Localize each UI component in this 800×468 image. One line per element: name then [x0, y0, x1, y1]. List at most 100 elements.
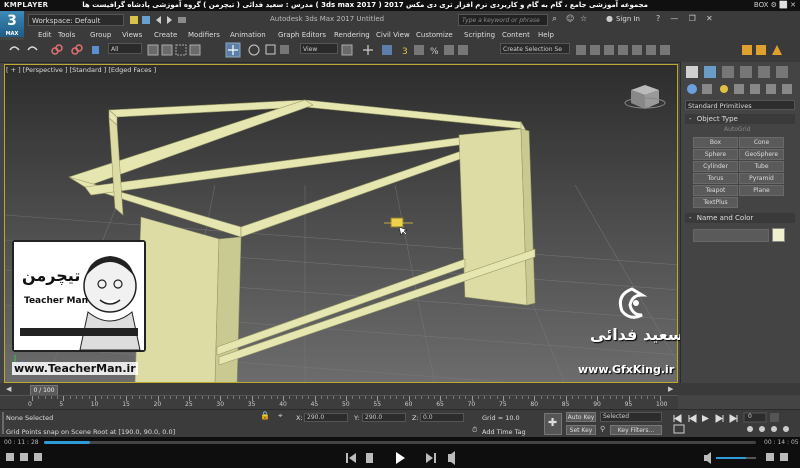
autogrid-checkbox[interactable]: AutoGrid — [724, 126, 751, 133]
timeline-minor-tick — [364, 396, 366, 399]
menu-animation[interactable]: Animation — [230, 30, 266, 40]
create-tab-icon — [686, 66, 698, 78]
help-icon[interactable]: ? — [656, 14, 660, 23]
quick-access-icons[interactable] — [128, 15, 268, 25]
menu-create[interactable]: Create — [154, 30, 177, 40]
torus-button[interactable]: Torus — [693, 173, 738, 184]
window-controls[interactable]: ? — ❐ ✕ — [656, 14, 713, 23]
key-set-dropdown[interactable]: Selected — [600, 412, 662, 422]
menu-views[interactable]: Views — [122, 30, 142, 40]
pivot-icon — [341, 44, 353, 56]
redo-icon — [167, 16, 172, 24]
close-icon[interactable]: ✕ — [706, 14, 713, 23]
rollout-toggle-icon: - — [689, 115, 692, 123]
timeline-minor-tick — [396, 396, 398, 399]
search-input[interactable]: Type a keyword or phrase — [458, 14, 548, 26]
geosphere-button[interactable]: GeoSphere — [739, 149, 784, 160]
sphere-button[interactable]: Sphere — [693, 149, 738, 160]
tube-button[interactable]: Tube — [739, 161, 784, 172]
menu-group[interactable]: Group — [90, 30, 111, 40]
command-panel-tabs[interactable] — [682, 64, 798, 98]
app-window-title: Autodesk 3ds Max 2017 Untitled — [270, 15, 385, 23]
timeline-minor-tick — [521, 396, 523, 399]
menu-content[interactable]: Content — [502, 30, 530, 40]
track-bar[interactable]: 0 5 10 15 20 25 30 35 40 45 50 55 60 65 70 75 80 85 90 95 10… — [0, 395, 678, 410]
menu-modifiers[interactable]: Modifiers — [188, 30, 220, 40]
menu-graph-editors[interactable]: Graph Editors — [278, 30, 326, 40]
people-icon[interactable]: ☺ — [566, 14, 574, 23]
cone-button[interactable]: Cone — [739, 137, 784, 148]
keyboard-shortcut-icon — [382, 45, 392, 55]
go-to-end-icon — [729, 414, 738, 423]
transform-gizmo[interactable] — [384, 217, 413, 236]
teacherman-url: www.TeacherMan.ir — [12, 362, 138, 375]
key-filters-button[interactable]: Key Filters... — [610, 425, 662, 435]
cylinder-button[interactable]: Cylinder — [693, 161, 738, 172]
named-selection-dropdown[interactable]: Create Selection Se — [500, 43, 570, 54]
box-button[interactable]: Box — [693, 137, 738, 148]
pyramid-button[interactable]: Pyramid — [739, 173, 784, 184]
timeline-tick-label: 40 — [279, 401, 287, 408]
playback-controls[interactable] — [670, 411, 798, 435]
menu-scripting[interactable]: Scripting — [464, 30, 495, 40]
menu-tools[interactable]: Tools — [58, 30, 75, 40]
timeline-minor-tick — [44, 396, 46, 399]
maxscript-listener-handle[interactable] — [2, 412, 4, 434]
object-type-rollout[interactable]: - Object Type — [685, 114, 795, 124]
player-buttons[interactable] — [0, 448, 800, 468]
snap-3-icon: 3 — [402, 47, 408, 57]
primitive-type-dropdown[interactable]: Standard Primitives — [685, 100, 795, 110]
next-frame-icon[interactable]: ▶ — [668, 385, 673, 393]
teapot-button[interactable]: Teapot — [693, 185, 738, 196]
time-slider-track[interactable] — [0, 383, 800, 395]
auto-key-button[interactable]: Auto Key — [566, 412, 596, 422]
z-coord-field[interactable]: 0.0 — [420, 413, 464, 422]
prev-frame-icon[interactable]: ◀ — [6, 385, 11, 393]
user-icon[interactable]: ● — [606, 14, 613, 23]
current-frame-value[interactable]: 0 — [748, 413, 752, 420]
menu-edit[interactable]: Edit — [38, 30, 52, 40]
timeline-minor-tick — [101, 396, 103, 399]
absolute-mode-icon[interactable]: ⌖ — [278, 411, 283, 421]
menu-rendering[interactable]: Rendering — [334, 30, 370, 40]
viewcube-icon[interactable] — [624, 85, 666, 109]
plane-button[interactable]: Plane — [739, 185, 784, 196]
set-key-mode-button[interactable]: ✚ — [544, 413, 562, 435]
search-icon[interactable]: ⌕ — [552, 14, 557, 24]
set-key-button[interactable]: Set Key — [566, 425, 596, 435]
name-color-rollout[interactable]: - Name and Color — [685, 213, 795, 223]
player-fullscreen-icon — [766, 453, 774, 461]
menu-help[interactable]: Help — [538, 30, 554, 40]
render-setup-icon — [742, 45, 752, 55]
player-next-icon — [426, 453, 436, 463]
sign-in-link[interactable]: Sign In — [616, 15, 640, 23]
y-coord-field[interactable]: 290.0 — [362, 413, 406, 422]
viewport-label[interactable]: [ + ] [Perspective ] [Standard ] [Edged … — [6, 66, 156, 74]
object-color-swatch[interactable] — [772, 228, 785, 242]
manipulate-icon — [363, 45, 373, 55]
menu-civil-view[interactable]: Civil View — [376, 30, 410, 40]
reference-coord-dropdown[interactable]: View — [300, 43, 338, 54]
video-title: مجموعه آموزشی جامع ، گام به گام و کاربرد… — [82, 1, 648, 9]
timeline-minor-tick — [82, 396, 84, 399]
timeline-minor-tick — [50, 396, 52, 399]
app-logo-button[interactable]: 3 MAX — [0, 11, 24, 37]
object-name-input[interactable] — [693, 229, 769, 242]
maximize-icon[interactable]: ❐ — [689, 14, 696, 23]
star-icon[interactable]: ☆ — [580, 14, 587, 23]
x-coord-field[interactable]: 290.0 — [304, 413, 348, 422]
timeline-minor-tick — [484, 396, 486, 399]
timeline-minor-tick — [239, 396, 241, 399]
player-window-controls[interactable]: BOX ⚙ ⬜ ✕ — [754, 1, 796, 9]
player-seek-bar[interactable] — [44, 441, 756, 444]
add-time-tag-button[interactable]: Add Time Tag — [482, 428, 526, 436]
lock-selection-icon[interactable]: 🔒 — [260, 411, 270, 420]
workspace-dropdown[interactable]: Workspace: Default — [28, 14, 124, 26]
timeline-tick-label: 35 — [247, 401, 256, 408]
menu-customize[interactable]: Customize — [416, 30, 453, 40]
textplus-button[interactable]: TextPlus — [693, 197, 738, 208]
y-coord-label: Y: — [354, 414, 360, 422]
selection-filter-dropdown[interactable]: All — [108, 43, 142, 54]
minimize-icon[interactable]: — — [670, 14, 678, 23]
timeline-tick-label: 95 — [624, 401, 633, 408]
